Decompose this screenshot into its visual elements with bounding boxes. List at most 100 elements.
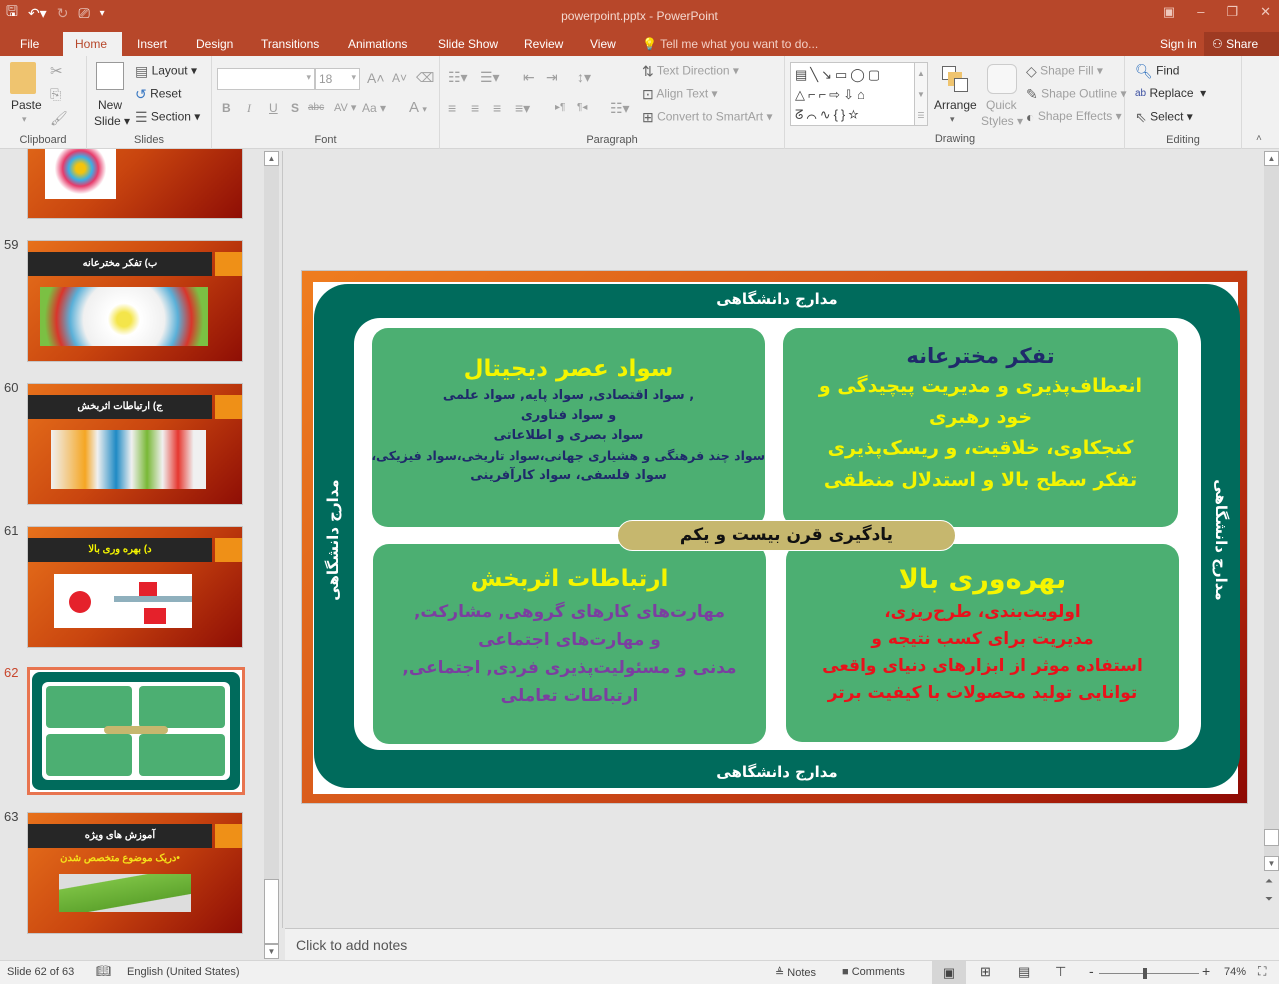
bullets-icon[interactable]: ☷▾ (448, 69, 468, 86)
tab-insert[interactable]: Insert (127, 32, 177, 56)
reset-button[interactable]: ↺ Reset (135, 86, 181, 103)
share-button[interactable]: ⚇ Share (1204, 32, 1279, 56)
shapes-row-3[interactable]: ᘔ⌒∿{}☆ (795, 105, 921, 125)
collapse-ribbon-icon[interactable]: ˄ (1256, 133, 1262, 144)
justify-icon[interactable]: ≡▾ (515, 100, 530, 117)
align-left-icon[interactable]: ≡ (448, 100, 456, 116)
align-center-icon[interactable]: ≡ (471, 100, 479, 116)
scroll-up-button[interactable]: ▲ (1264, 151, 1279, 166)
reading-view-button[interactable]: ▤ (1018, 964, 1030, 980)
font-color-button[interactable]: A ▾ (409, 99, 427, 116)
slide-thumbnail-59[interactable]: ب) تفکر مخترعانه (27, 240, 243, 362)
tell-me-search[interactable]: 💡 Tell me what you want to do... (642, 32, 818, 56)
tab-animations[interactable]: Animations (338, 32, 417, 56)
columns-icon[interactable]: ☷▾ (610, 100, 630, 117)
select-button[interactable]: ⇖ Select ▾ (1135, 109, 1193, 126)
cut-icon[interactable]: ✂ (50, 62, 63, 80)
arrange-button[interactable]: Arrange (934, 98, 977, 112)
decrease-font-icon[interactable]: A˅ (392, 71, 407, 85)
restore-button[interactable]: ❐ (1226, 4, 1238, 20)
underline-button[interactable]: U (269, 101, 278, 115)
tab-design[interactable]: Design (186, 32, 243, 56)
layout-button[interactable]: ▤ Layout ▾ (135, 63, 197, 80)
shadow-button[interactable]: S (291, 101, 299, 115)
scroll-up-button[interactable]: ▲ (264, 151, 279, 166)
font-name-input[interactable]: ▾ (217, 68, 315, 90)
new-slide-label-2[interactable]: Slide ▾ (94, 114, 130, 128)
zoom-slider[interactable] (1099, 968, 1199, 979)
slide-sorter-view-button[interactable]: ⊞ (980, 964, 991, 980)
zoom-slider-thumb[interactable] (1143, 968, 1147, 979)
ltr-icon[interactable]: ▸¶ (555, 102, 565, 113)
close-button[interactable]: ✕ (1260, 4, 1271, 20)
text-direction-button[interactable]: ⇅ Text Direction ▾ (642, 63, 739, 80)
sign-in-link[interactable]: Sign in (1160, 32, 1197, 56)
clear-formatting-icon[interactable]: ⌫ (416, 70, 434, 86)
tab-home[interactable]: Home (63, 32, 122, 56)
increase-indent-icon[interactable]: ⇥ (546, 69, 558, 86)
tab-view[interactable]: View (580, 32, 626, 56)
bold-button[interactable]: B (222, 101, 231, 115)
next-slide-button[interactable]: ⏷ (1265, 894, 1273, 905)
numbering-icon[interactable]: ☰▾ (480, 69, 500, 86)
scroll-thumb[interactable] (264, 879, 279, 944)
strikethrough-button[interactable]: abc (308, 102, 324, 113)
shapes-row-1[interactable]: ▤╲↘▭◯▢ (795, 65, 921, 85)
new-slide-icon[interactable] (96, 62, 124, 90)
zoom-out-button[interactable]: - (1089, 963, 1094, 979)
shapes-gallery[interactable]: ▤╲↘▭◯▢ △⌐⌐⇨⇩⌂ ᘔ⌒∿{}☆ (790, 62, 926, 126)
slide-thumbnail-61[interactable]: د) بهره وری بالا (27, 526, 243, 648)
slide-thumbnail-58[interactable] (27, 149, 243, 219)
normal-view-button[interactable]: ▣ (932, 961, 966, 984)
notes-pane[interactable]: Click to add notes (285, 928, 1279, 960)
change-case-button[interactable]: Aa ▾ (362, 101, 386, 115)
scroll-down-button[interactable]: ▼ (264, 944, 279, 959)
previous-slide-button[interactable]: ⏶ (1265, 876, 1273, 887)
section-button[interactable]: ☰ Section ▾ (135, 109, 200, 126)
pane-divider[interactable] (282, 151, 283, 928)
find-button[interactable]: 🔍︎ Find (1135, 63, 1179, 80)
notes-toggle-button[interactable]: ≜ Notes (775, 966, 816, 979)
tab-transitions[interactable]: Transitions (251, 32, 329, 56)
rtl-icon[interactable]: ¶◂ (577, 102, 587, 113)
slide-62[interactable]: مدارج دانشگاهی مدارج دانشگاهی مدارج دانش… (301, 270, 1248, 804)
notes-placeholder[interactable]: Click to add notes (296, 937, 407, 953)
tab-slide-show[interactable]: Slide Show (428, 32, 508, 56)
shapes-row-2[interactable]: △⌐⌐⇨⇩⌂ (795, 85, 921, 105)
paste-dropdown-icon[interactable]: ▾ (22, 114, 27, 125)
shapes-gallery-scroll[interactable]: ▲ ▼ ☰ (914, 62, 928, 126)
convert-smartart-button[interactable]: ⊞ Convert to SmartArt ▾ (642, 109, 772, 126)
fit-slide-button[interactable]: ⛶ (1258, 964, 1266, 979)
arrange-dropdown-icon[interactable]: ▾ (950, 114, 955, 125)
character-spacing-button[interactable]: AV ▾ (334, 101, 356, 114)
slide-show-view-button[interactable]: ⊤ (1055, 964, 1066, 980)
thumbnails-scrollbar[interactable]: ▲ ▼ (264, 151, 279, 959)
zoom-level[interactable]: 74% (1224, 966, 1246, 978)
ribbon-display-options-icon[interactable]: ▣ (1163, 4, 1175, 20)
new-slide-label[interactable]: New (98, 98, 122, 112)
canvas-scrollbar[interactable]: ▲ ▼ (1264, 151, 1279, 871)
align-text-button[interactable]: ⊡ Align Text ▾ (642, 86, 718, 103)
language-indicator[interactable]: English (United States) (127, 966, 240, 978)
minimize-button[interactable]: – (1197, 4, 1204, 20)
increase-font-icon[interactable]: A˄ (367, 70, 385, 86)
tab-review[interactable]: Review (514, 32, 573, 56)
shape-effects-button[interactable]: ◐ Shape Effects ▾ (1026, 109, 1122, 125)
shape-outline-button[interactable]: ✎ Shape Outline ▾ (1026, 86, 1127, 103)
align-right-icon[interactable]: ≡ (493, 100, 501, 116)
paste-icon[interactable] (10, 62, 36, 94)
format-painter-icon[interactable]: 🖌 (50, 110, 68, 127)
scroll-down-button[interactable]: ▼ (1264, 856, 1279, 871)
shape-fill-button[interactable]: ◇ Shape Fill ▾ (1026, 63, 1103, 80)
font-size-input[interactable]: 18 ▾ (315, 68, 360, 90)
tab-file[interactable]: File (10, 32, 49, 56)
zoom-in-button[interactable]: + (1202, 963, 1210, 979)
paste-button[interactable]: Paste (11, 98, 42, 112)
decrease-indent-icon[interactable]: ⇤ (523, 69, 535, 86)
comments-toggle-button[interactable]: ■ Comments (842, 966, 905, 978)
line-spacing-icon[interactable]: ↕▾ (577, 69, 591, 86)
spell-check-icon[interactable]: 📖︎ (96, 964, 111, 978)
slide-thumbnail-62[interactable] (27, 667, 245, 795)
quick-styles-button[interactable]: Quick (986, 98, 1017, 112)
italic-button[interactable]: I (247, 101, 251, 116)
